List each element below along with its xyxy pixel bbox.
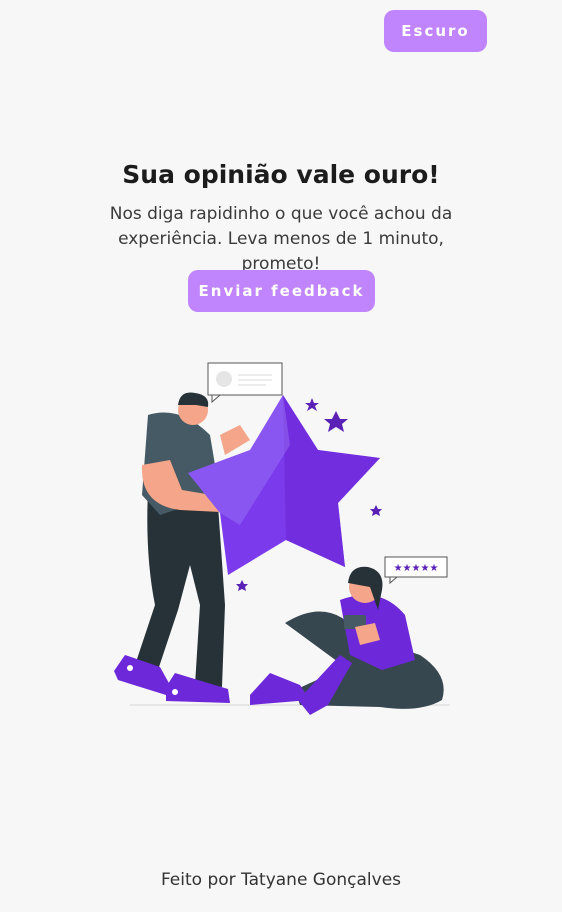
svg-text:★★★★★: ★★★★★ (394, 563, 439, 574)
woman-figure (250, 566, 444, 715)
theme-toggle-button[interactable]: Escuro (384, 10, 487, 52)
feedback-star-illustration: ★★★★★ (114, 362, 450, 715)
rating-bubble-icon: ★★★★★ (384, 556, 448, 585)
page-subtitle: Nos diga rapidinho o que você achou da e… (109, 204, 453, 274)
send-feedback-button[interactable]: Enviar feedback (188, 270, 375, 312)
footer-credit: Feito por Tatyane Gonçalves (160, 870, 402, 890)
page-title: Sua opinião vale ouro! (122, 160, 440, 189)
profile-bubble-icon (207, 362, 283, 404)
